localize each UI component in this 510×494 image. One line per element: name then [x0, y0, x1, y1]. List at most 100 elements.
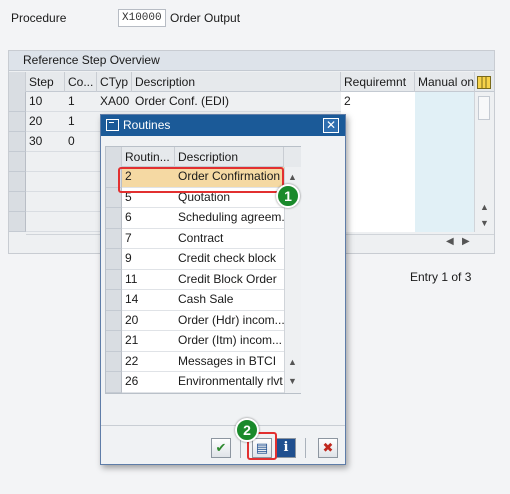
col-counter[interactable]: Co... — [65, 72, 97, 92]
routine-row[interactable]: 9 Credit check block — [122, 249, 284, 270]
cell-description: Environmentally rlvt — [178, 374, 283, 388]
info-button[interactable]: i — [276, 438, 296, 458]
col-step[interactable]: Step — [26, 72, 65, 92]
dialog-window-icon — [106, 119, 119, 131]
scroll-up-icon[interactable]: ▲ — [288, 172, 297, 182]
cell-routine: 6 — [125, 210, 132, 224]
dialog-title: Routines — [101, 115, 345, 136]
cell-manual-only[interactable] — [415, 212, 474, 232]
cell-requirement[interactable] — [341, 112, 415, 132]
routine-row[interactable]: 6 Scheduling agreem... — [122, 208, 284, 229]
checkmark-icon: ✔ — [215, 440, 227, 455]
row-selector[interactable] — [9, 192, 26, 212]
cell-requirement[interactable]: 2 — [341, 92, 415, 112]
cell-ctyp: XA00 — [100, 94, 130, 108]
row-selector[interactable] — [9, 92, 26, 112]
toolbar-separator — [305, 438, 306, 458]
cell-requirement[interactable] — [341, 132, 415, 152]
table-row[interactable]: 10 1 XA00 Order Conf. (EDI) 2 — [26, 92, 474, 112]
cell-requirement[interactable] — [341, 172, 415, 192]
row-selector[interactable] — [106, 249, 122, 270]
cell-requirement[interactable] — [341, 152, 415, 172]
col-requirement[interactable]: Requiremnt — [341, 72, 415, 92]
row-selector[interactable] — [106, 208, 122, 229]
cell-routine: 22 — [125, 353, 139, 368]
routine-row[interactable]: 22 Messages in BTCI — [122, 352, 284, 372]
scroll-left-icon[interactable]: ◀ — [446, 236, 454, 247]
row-selector[interactable] — [9, 152, 26, 172]
overview-table-header: Step Co... CTyp Description Requiremnt M… — [9, 72, 494, 92]
cell-description: Order (Itm) incom... — [178, 333, 283, 347]
scroll-up-icon[interactable]: ▲ — [288, 357, 297, 367]
cell-manual-only[interactable] — [415, 92, 474, 112]
row-selectors — [9, 92, 26, 232]
cancel-icon: ✖ — [322, 440, 334, 455]
step-badge-1: 1 — [276, 184, 300, 208]
routine-row[interactable]: 26 Environmentally rlvt — [122, 372, 284, 393]
routines-table-header: Routin... Description — [106, 147, 301, 167]
routine-row-selectors — [106, 167, 122, 393]
toolbar-separator — [240, 438, 241, 458]
row-selector[interactable] — [106, 228, 122, 249]
scroll-down-icon[interactable]: ▼ — [288, 376, 297, 386]
cell-manual-only[interactable] — [415, 152, 474, 172]
scroll-right-icon[interactable]: ▶ — [462, 236, 470, 247]
col-description[interactable]: Description — [175, 147, 284, 167]
cell-routine: 14 — [125, 292, 139, 306]
routine-row[interactable]: 14 Cash Sale — [122, 290, 284, 311]
col-routine[interactable]: Routin... — [122, 147, 175, 167]
cell-routine: 7 — [125, 230, 132, 245]
cell-description: Credit Block Order — [178, 271, 277, 286]
cell-counter: 1 — [68, 114, 75, 128]
cell-description: Credit check block — [178, 251, 277, 265]
cell-description: Scheduling agreem... — [178, 210, 284, 224]
overview-vertical-scrollbar[interactable]: ▲ ▼ — [474, 92, 494, 232]
cell-requirement[interactable] — [341, 192, 415, 212]
scroll-up-icon[interactable]: ▲ — [480, 202, 489, 212]
cell-manual-only[interactable] — [415, 192, 474, 212]
cell-step: 10 — [29, 94, 43, 108]
row-selector[interactable] — [106, 331, 122, 352]
row-selector[interactable] — [106, 290, 122, 311]
cell-description: Messages in BTCI — [178, 353, 277, 368]
select-all-corner[interactable] — [106, 147, 122, 167]
procedure-description: Order Output — [170, 11, 241, 25]
cell-step: 20 — [29, 114, 43, 128]
col-description[interactable]: Description — [132, 72, 341, 92]
col-manual-only[interactable]: Manual only — [415, 72, 475, 92]
procedure-code-field[interactable]: X10000 — [118, 9, 166, 27]
footer-divider — [101, 425, 345, 426]
cell-manual-only[interactable] — [415, 112, 474, 132]
close-icon[interactable]: ✕ — [323, 118, 339, 133]
select-all-corner[interactable] — [9, 72, 26, 92]
col-ctyp[interactable]: CTyp — [97, 72, 132, 92]
header-spacer — [284, 147, 301, 167]
cancel-button[interactable]: ✖ — [318, 438, 338, 458]
routine-row[interactable]: 20 Order (Hdr) incom... — [122, 311, 284, 331]
cell-routine: 9 — [125, 251, 132, 265]
row-selector[interactable] — [9, 172, 26, 192]
row-selector[interactable] — [9, 212, 26, 232]
row-selector[interactable] — [106, 269, 122, 290]
routine-row[interactable]: 21 Order (Itm) incom... — [122, 331, 284, 352]
scroll-down-icon[interactable]: ▼ — [480, 218, 489, 228]
panel-title: Reference Step Overview — [9, 51, 494, 71]
routine-row[interactable]: 7 Contract — [122, 229, 284, 249]
row-selector[interactable] — [106, 372, 122, 393]
entry-counter: Entry 1 of 3 — [410, 270, 472, 284]
table-settings-icon[interactable] — [475, 72, 494, 92]
confirm-button[interactable]: ✔ — [211, 438, 231, 458]
routine-row[interactable]: 11 Credit Block Order — [122, 270, 284, 290]
cell-description: Order (Hdr) incom... — [178, 312, 284, 327]
cell-step: 30 — [29, 134, 43, 148]
row-selector[interactable] — [9, 132, 26, 152]
cell-manual-only[interactable] — [415, 172, 474, 192]
cell-description: Contract — [178, 230, 224, 245]
row-selector[interactable] — [106, 351, 122, 372]
cell-routine: 21 — [125, 333, 139, 347]
row-selector[interactable] — [106, 310, 122, 331]
row-selector[interactable] — [9, 112, 26, 132]
scroll-thumb[interactable] — [478, 96, 490, 120]
cell-requirement[interactable] — [341, 212, 415, 232]
cell-manual-only[interactable] — [415, 132, 474, 152]
